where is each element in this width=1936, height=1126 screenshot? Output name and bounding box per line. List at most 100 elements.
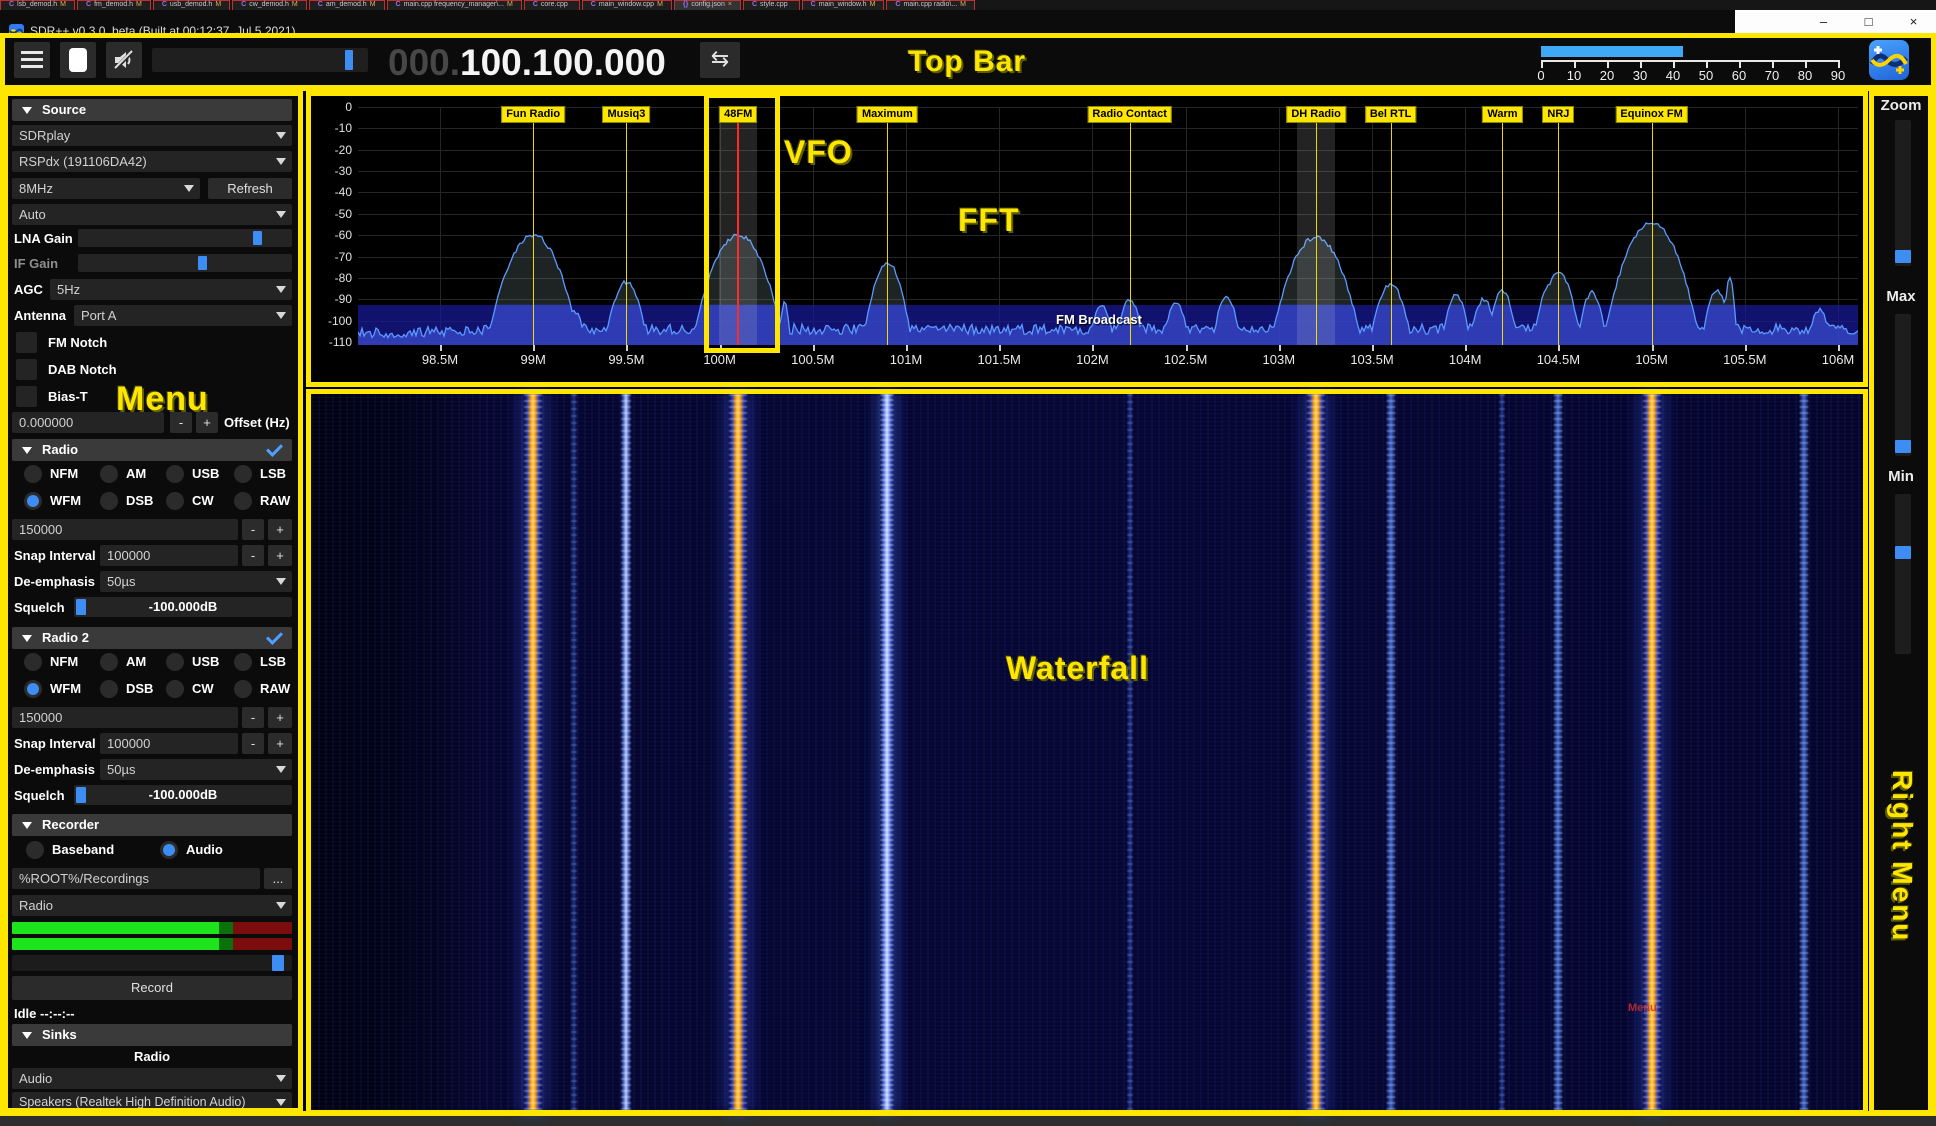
- ide-tab[interactable]: Cmain_window.cppM: [582, 0, 672, 10]
- recorder-stream-select[interactable]: Radio: [12, 895, 292, 916]
- radio-squelch-slider[interactable]: -100.000dB: [74, 597, 292, 617]
- radio2-mode-cw[interactable]: [166, 680, 184, 698]
- radio-mode-nfm[interactable]: [24, 465, 42, 483]
- radio-mode-cw[interactable]: [166, 492, 184, 510]
- radio2-mode-usb[interactable]: [166, 653, 184, 671]
- fft-trace[interactable]: [358, 107, 1858, 345]
- volume-slider[interactable]: [152, 48, 368, 72]
- sink-device-select[interactable]: Speakers (Realtek High Definition Audio): [12, 1092, 292, 1113]
- offset-input[interactable]: 0.000000: [12, 412, 164, 433]
- bias-t-checkbox[interactable]: [16, 386, 37, 407]
- section-header-recorder[interactable]: Recorder: [12, 814, 292, 836]
- radio2-mode-nfm[interactable]: [24, 653, 42, 671]
- offset-minus-button[interactable]: -: [170, 412, 192, 433]
- station-label-warm[interactable]: Warm: [1482, 106, 1522, 123]
- menu-button[interactable]: [14, 42, 50, 78]
- radio-snap-minus-button[interactable]: -: [242, 545, 264, 566]
- ide-tab[interactable]: Cfm_demod.hM: [77, 0, 151, 10]
- ide-tab[interactable]: Cam_demod.hM: [309, 0, 385, 10]
- min-slider-handle[interactable]: [1895, 546, 1911, 559]
- radio-bw-plus-button[interactable]: +: [268, 519, 292, 540]
- radio-snap-input[interactable]: 100000: [100, 545, 238, 566]
- radio-bandwidth-input[interactable]: 150000: [12, 519, 238, 540]
- enabled-check-icon[interactable]: [266, 440, 283, 457]
- enabled-check-icon[interactable]: [266, 628, 283, 645]
- offset-plus-button[interactable]: +: [196, 412, 218, 433]
- ide-tab[interactable]: Cmain_window.hM: [802, 0, 885, 10]
- radio-snap-plus-button[interactable]: +: [268, 545, 292, 566]
- tuning-mode-button[interactable]: ⇆: [700, 42, 740, 78]
- radio2-squelch-slider[interactable]: -100.000dB: [74, 785, 292, 805]
- radio2-snap-input[interactable]: 100000: [100, 733, 238, 754]
- radio-mode-lsb[interactable]: [234, 465, 252, 483]
- browse-button[interactable]: ...: [264, 868, 292, 889]
- ide-tab[interactable]: {}config.json×: [674, 0, 741, 10]
- section-header-radio2[interactable]: Radio 2: [12, 627, 292, 649]
- radio2-mode-raw[interactable]: [234, 680, 252, 698]
- station-label-radio-contact[interactable]: Radio Contact: [1087, 106, 1172, 123]
- source-device-select[interactable]: RSPdx (191106DA42): [12, 151, 292, 172]
- radio-mode-am[interactable]: [100, 465, 118, 483]
- radio2-deemphasis-select[interactable]: 50µs: [100, 759, 292, 780]
- station-label-dh-radio[interactable]: DH Radio: [1286, 106, 1346, 123]
- mute-button[interactable]: [106, 42, 142, 78]
- antenna-select[interactable]: Port A: [74, 305, 292, 326]
- stop-button[interactable]: [60, 42, 96, 78]
- recorder-baseband-radio[interactable]: [26, 841, 44, 859]
- radio2-snap-minus-button[interactable]: -: [242, 733, 264, 754]
- recorder-volume-slider[interactable]: [12, 955, 292, 971]
- station-label-48fm[interactable]: 48FM: [719, 106, 757, 123]
- max-slider-handle[interactable]: [1895, 440, 1911, 453]
- agc-select[interactable]: 5Hz: [50, 279, 292, 300]
- radio2-bw-plus-button[interactable]: +: [268, 707, 292, 728]
- radio2-mode-wfm[interactable]: [24, 680, 42, 698]
- zoom-slider-handle[interactable]: [1895, 250, 1911, 263]
- radio2-bandwidth-input[interactable]: 150000: [12, 707, 238, 728]
- radio2-mode-am[interactable]: [100, 653, 118, 671]
- radio-bw-minus-button[interactable]: -: [242, 519, 264, 540]
- radio-mode-usb[interactable]: [166, 465, 184, 483]
- record-button[interactable]: Record: [12, 976, 292, 1000]
- volume-slider-handle[interactable]: [345, 50, 353, 70]
- station-label-musiq3[interactable]: Musiq3: [602, 106, 650, 123]
- radio-mode-raw[interactable]: [234, 492, 252, 510]
- sample-rate-select[interactable]: 8MHz: [12, 178, 200, 199]
- radio2-bw-minus-button[interactable]: -: [242, 707, 264, 728]
- vfo-center-line[interactable]: [737, 119, 739, 345]
- section-header-radio[interactable]: Radio: [12, 439, 292, 461]
- radio-deemphasis-select[interactable]: 50µs: [100, 571, 292, 592]
- ide-tab[interactable]: Clsb_demod.hM: [0, 0, 75, 10]
- ide-tab[interactable]: Cmain.cpp radio\...M: [886, 0, 975, 10]
- sink-type-select[interactable]: Audio: [12, 1068, 292, 1089]
- ide-tab[interactable]: Cstyle.cpp: [743, 0, 800, 10]
- max-slider[interactable]: [1895, 314, 1911, 456]
- gain-mode-select[interactable]: Auto: [12, 204, 292, 225]
- lna-gain-slider[interactable]: [78, 229, 292, 247]
- radio2-snap-plus-button[interactable]: +: [268, 733, 292, 754]
- min-slider[interactable]: [1895, 494, 1911, 654]
- frequency-display[interactable]: 000.100.100.000: [388, 40, 666, 85]
- section-header-source[interactable]: Source: [12, 99, 292, 121]
- recorder-path-input[interactable]: %ROOT%/Recordings: [12, 868, 260, 889]
- station-label-equinox-fm[interactable]: Equinox FM: [1615, 106, 1687, 123]
- dab-notch-checkbox[interactable]: [16, 359, 37, 380]
- radio2-mode-dsb[interactable]: [100, 680, 118, 698]
- if-gain-slider[interactable]: [78, 254, 292, 272]
- ide-tab[interactable]: Ccw_demod.hM: [232, 0, 307, 10]
- maximize-button[interactable]: □: [1846, 10, 1891, 33]
- station-label-maximum[interactable]: Maximum: [857, 106, 918, 123]
- station-label-nrj[interactable]: NRJ: [1542, 106, 1574, 123]
- source-driver-select[interactable]: SDRplay: [12, 125, 292, 146]
- ide-tab[interactable]: Cmain.cpp frequency_manager\...M: [387, 0, 522, 10]
- title-bar[interactable]: SDR++ v0.3.0_beta (Built at 00:12:37, Ju…: [0, 10, 1936, 33]
- ide-tab[interactable]: Ccore.cpp: [524, 0, 580, 10]
- recorder-audio-radio[interactable]: [160, 841, 178, 859]
- station-label-bel-rtl[interactable]: Bel RTL: [1365, 106, 1417, 123]
- section-header-sinks[interactable]: Sinks: [12, 1024, 292, 1046]
- radio-mode-dsb[interactable]: [100, 492, 118, 510]
- close-button[interactable]: ×: [1891, 10, 1936, 33]
- radio-mode-wfm[interactable]: [24, 492, 42, 510]
- minimize-button[interactable]: –: [1801, 10, 1846, 33]
- refresh-button[interactable]: Refresh: [208, 178, 292, 199]
- fm-notch-checkbox[interactable]: [16, 332, 37, 353]
